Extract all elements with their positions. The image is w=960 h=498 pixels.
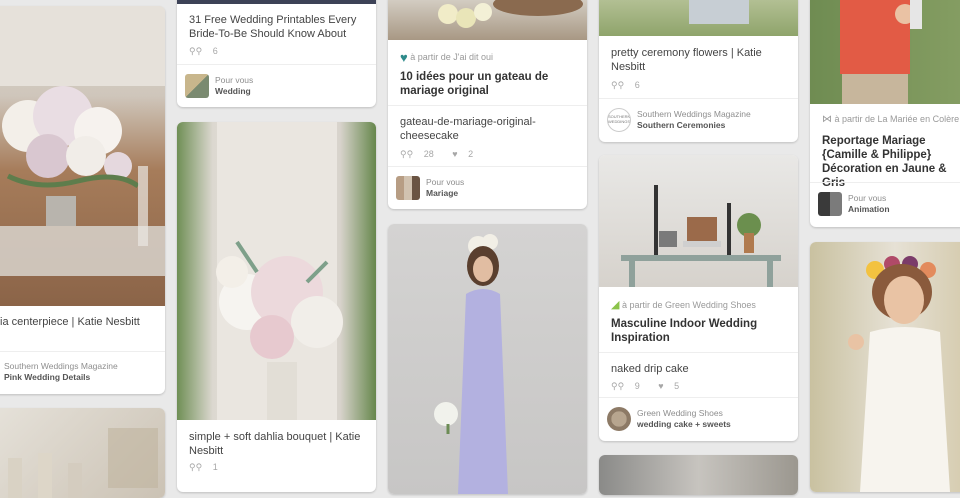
footer-source: Pour vous xyxy=(848,193,887,203)
pin-description: 31 Free Wedding Printables Every Bride-T… xyxy=(189,14,357,40)
pin-image[interactable] xyxy=(388,0,587,40)
footer-source: Southern Weddings Magazine xyxy=(637,109,751,119)
footer-board[interactable]: wedding cake + sweets xyxy=(637,419,794,430)
avatar xyxy=(818,192,842,216)
pin-card[interactable]: pretty ceremony flowers | Katie Nesbitt … xyxy=(599,0,798,142)
footer-board[interactable]: Southern Ceremonies xyxy=(637,120,794,131)
pin-card[interactable]: ♥ à partir de J'ai dit oui 10 idées pour… xyxy=(388,0,587,209)
avatar xyxy=(185,74,209,98)
pin-description: pretty ceremony flowers | Katie Nesbitt xyxy=(611,47,762,73)
footer-board[interactable]: Wedding xyxy=(215,86,372,97)
pin-footer[interactable]: Pour vous Mariage xyxy=(396,174,583,202)
child-illustration xyxy=(840,0,922,104)
dessert-table-illustration xyxy=(621,185,781,287)
pin-description: ia centerpiece | Katie Nesbitt xyxy=(0,316,140,328)
pin-image[interactable] xyxy=(0,6,165,306)
heart-icon: ♥ xyxy=(452,149,458,159)
bow-icon: ⋈ xyxy=(822,114,832,125)
pin-stats: ⚲⚲ 1 xyxy=(189,462,218,472)
pin-image[interactable] xyxy=(810,0,960,104)
pin-stats: ⚲⚲ 28 ♥ 2 xyxy=(400,149,474,159)
pin-card[interactable]: 31 Free Wedding Printables Every Bride-T… xyxy=(177,0,376,107)
footer-source: Southern Weddings Magazine xyxy=(4,361,118,371)
footer-board[interactable]: Pink Wedding Details xyxy=(4,372,161,383)
footer-board[interactable]: Animation xyxy=(848,204,960,215)
bridesmaid-illustration xyxy=(434,234,508,494)
footer-source: Green Wedding Shoes xyxy=(637,408,723,418)
avatar xyxy=(607,407,631,431)
pin-footer[interactable]: Southern Weddings Magazine Pink Wedding … xyxy=(4,358,161,386)
pin-description: simple + soft dahlia bouquet | Katie Nes… xyxy=(189,431,361,457)
pin-icon: ⚲⚲ xyxy=(189,462,203,472)
pin-icon: ⚲⚲ xyxy=(189,46,203,56)
pin-source-line[interactable]: ⋈ à partir de La Mariée en Colère xyxy=(810,114,960,125)
pin-image[interactable] xyxy=(177,122,376,420)
heart-icon: ♥ xyxy=(400,50,408,65)
pin-card[interactable] xyxy=(599,455,798,495)
centerpiece-illustration xyxy=(0,6,165,276)
bouquet-illustration xyxy=(216,122,343,420)
bottles-illustration xyxy=(8,428,158,498)
pin-stats: ⚲⚲ 9 ♥ 5 xyxy=(611,381,680,391)
pin-stats: ⚲⚲ 6 xyxy=(611,80,640,90)
footer-source: Pour vous xyxy=(215,75,254,85)
pin-footer[interactable]: Pour vous Animation xyxy=(818,190,960,218)
pin-card[interactable]: ⋈ à partir de La Mariée en Colère Report… xyxy=(810,0,960,227)
pin-footer[interactable]: SOUTHERN WEDDINGS Southern Weddings Maga… xyxy=(607,106,794,134)
pin-card[interactable]: ◢ à partir de Green Wedding Shoes Mascul… xyxy=(599,155,798,441)
pin-image[interactable] xyxy=(599,155,798,287)
pin-card[interactable]: simple + soft dahlia bouquet | Katie Nes… xyxy=(177,122,376,492)
pin-card[interactable] xyxy=(388,224,587,494)
pin-image[interactable] xyxy=(810,242,960,492)
avatar: SOUTHERN WEDDINGS xyxy=(607,108,631,132)
pin-source-line[interactable]: ◢ à partir de Green Wedding Shoes xyxy=(599,298,798,311)
pin-footer[interactable]: Green Wedding Shoes wedding cake + sweet… xyxy=(607,405,794,433)
bride-flower-crown-illustration xyxy=(848,256,950,492)
pin-source-line[interactable]: ♥ à partir de J'ai dit oui xyxy=(388,50,587,65)
pin-image[interactable] xyxy=(388,224,587,494)
pin-image[interactable] xyxy=(599,455,798,495)
pin-stats: ⚲⚲ 6 xyxy=(189,46,218,56)
pin-description: naked drip cake xyxy=(611,363,689,375)
pin-icon: ⚲⚲ xyxy=(611,381,625,391)
pin-card[interactable]: ia centerpiece | Katie Nesbitt Southern … xyxy=(0,6,165,394)
pin-image[interactable] xyxy=(599,0,798,36)
pin-icon: ⚲⚲ xyxy=(400,149,414,159)
pin-image[interactable] xyxy=(177,0,376,4)
heart-icon: ♥ xyxy=(658,381,664,391)
pin-footer[interactable]: Pour vous Wedding xyxy=(185,72,372,100)
avatar xyxy=(396,176,420,200)
pin-card[interactable] xyxy=(810,242,960,492)
pin-card[interactable] xyxy=(0,408,165,498)
pin-title[interactable]: Masculine Indoor Wedding Inspiration xyxy=(599,317,798,345)
cake-illustration xyxy=(438,0,583,28)
footer-source: Pour vous xyxy=(426,177,465,187)
footer-board[interactable]: Mariage xyxy=(426,188,583,199)
pin-title[interactable]: 10 idées pour un gateau de mariage origi… xyxy=(388,70,587,98)
pin-image[interactable] xyxy=(0,408,165,498)
pin-icon: ⚲⚲ xyxy=(611,80,625,90)
pin-description: gateau-de-mariage-original-cheesecake xyxy=(400,116,536,142)
ceremony-illustration xyxy=(689,0,749,24)
shoe-icon: ◢ xyxy=(611,299,620,311)
